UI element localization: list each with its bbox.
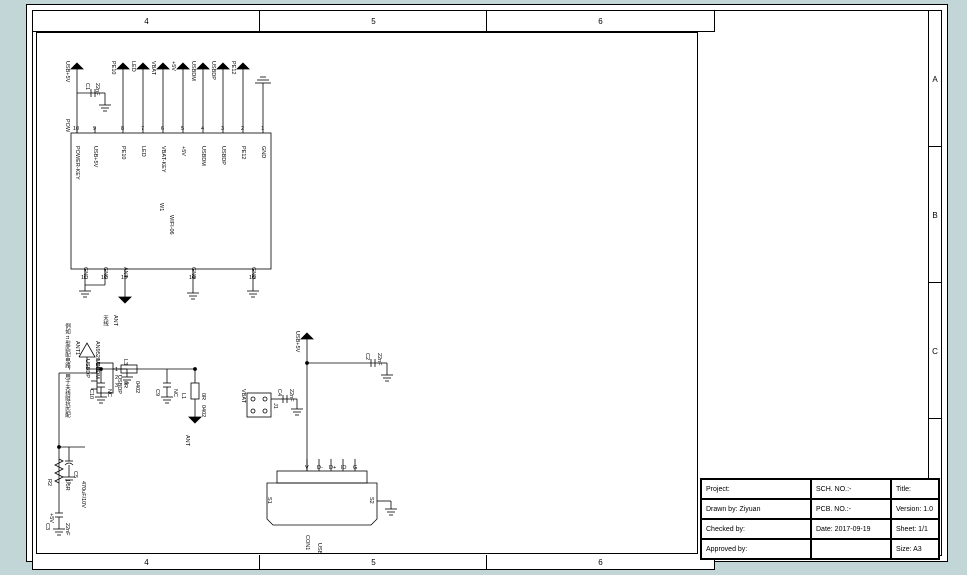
svg-text:S2: S2 bbox=[368, 497, 374, 504]
svg-text:6: 6 bbox=[161, 126, 164, 132]
svg-text:+5V: +5V bbox=[180, 146, 186, 156]
ruler-col: 5 bbox=[259, 555, 488, 570]
svg-text:GND: GND bbox=[260, 146, 266, 158]
svg-text:AN9520-245: AN9520-245 bbox=[94, 341, 100, 372]
svg-text:VBAT-KEY: VBAT-KEY bbox=[160, 146, 166, 173]
svg-text:USB+5V: USB+5V bbox=[294, 331, 300, 353]
svg-text:ANT: ANT bbox=[112, 315, 118, 327]
svg-text:12: 12 bbox=[101, 275, 107, 281]
svg-text:天线: 天线 bbox=[102, 315, 109, 327]
svg-text:C5: C5 bbox=[72, 471, 78, 478]
svg-text:0402: 0402 bbox=[134, 381, 140, 393]
svg-text:0R: 0R bbox=[200, 393, 206, 400]
j1-vbat: VBAT J1 C4 22nF bbox=[240, 389, 303, 417]
svg-text:PE10: PE10 bbox=[110, 61, 116, 74]
svg-text:5: 5 bbox=[181, 126, 184, 132]
svg-text:S1: S1 bbox=[266, 497, 272, 504]
svg-text:C10: C10 bbox=[88, 389, 94, 399]
schematic-svg: USB+5V C1 22nF PE10 LED bbox=[37, 33, 697, 553]
svg-text:D+: D+ bbox=[329, 465, 336, 471]
svg-text:13: 13 bbox=[121, 275, 127, 281]
svg-text:POW: POW bbox=[64, 119, 70, 133]
svg-text:22nF: 22nF bbox=[94, 83, 100, 96]
svg-text:VBAT: VBAT bbox=[150, 61, 156, 76]
ruler-row: C bbox=[928, 282, 942, 420]
svg-text:0R: 0R bbox=[122, 381, 128, 388]
top-net-row: USB+5V C1 22nF bbox=[64, 61, 111, 127]
svg-text:USB+5V: USB+5V bbox=[92, 146, 98, 168]
svg-text:POWER-KEY: POWER-KEY bbox=[74, 146, 80, 180]
svg-text:LED: LED bbox=[140, 146, 146, 157]
svg-text:C3: C3 bbox=[44, 523, 50, 530]
svg-text:C9: C9 bbox=[154, 389, 160, 396]
svg-text:470uF/10V: 470uF/10V bbox=[80, 481, 86, 508]
svg-text:WIFI-06: WIFI-06 bbox=[168, 215, 174, 235]
svg-text:W1: W1 bbox=[158, 203, 164, 211]
svg-text:7: 7 bbox=[141, 126, 144, 132]
svg-text:USBDP: USBDP bbox=[220, 146, 226, 165]
svg-text:PE10: PE10 bbox=[120, 146, 126, 159]
svg-text:0402: 0402 bbox=[200, 405, 206, 417]
svg-text:PE12: PE12 bbox=[230, 61, 236, 74]
svg-text:1: 1 bbox=[261, 126, 264, 132]
svg-text:C4: C4 bbox=[276, 389, 282, 396]
title-block: Project:SCH. NO.:-Title: Drawn by: Ziyua… bbox=[700, 478, 940, 560]
svg-text:1.5R: 1.5R bbox=[64, 479, 70, 491]
svg-text:+5V: +5V bbox=[48, 513, 54, 523]
svg-text:C1: C1 bbox=[84, 83, 90, 90]
ruler-row: B bbox=[928, 146, 942, 284]
svg-text:R2: R2 bbox=[46, 479, 52, 486]
svg-text:C2: C2 bbox=[364, 353, 370, 360]
ruler-col: 4 bbox=[32, 555, 261, 570]
schematic-area: USB+5V C1 22nF PE10 LED bbox=[36, 32, 698, 554]
usb-connector: USB+5V C2 22nF V D- D+ ID bbox=[266, 331, 397, 553]
svg-text:USBDM: USBDM bbox=[200, 146, 206, 166]
svg-text:11: 11 bbox=[81, 275, 87, 281]
svg-text:22nF: 22nF bbox=[376, 353, 382, 366]
svg-text:4: 4 bbox=[201, 126, 204, 132]
svg-text:22nF: 22nF bbox=[288, 389, 294, 402]
svg-text:+5V: +5V bbox=[170, 61, 176, 71]
svg-text:V: V bbox=[305, 465, 309, 471]
ruler-col: 6 bbox=[486, 555, 715, 570]
svg-text:D-: D- bbox=[317, 465, 323, 471]
svg-text:J1: J1 bbox=[272, 403, 278, 409]
svg-text:ID: ID bbox=[341, 465, 347, 471]
svg-text:USB+5V: USB+5V bbox=[64, 61, 70, 83]
svg-text:1: 1 bbox=[115, 367, 118, 373]
svg-text:14: 14 bbox=[189, 275, 195, 281]
power-block: +5V R2 1.5R C5 470uF/10V C3 bbox=[44, 359, 133, 536]
ruler-col: 4 bbox=[32, 10, 261, 32]
antenna-note: 例如 π 型匹配电路，用于天线阻抗匹配 bbox=[64, 322, 71, 419]
svg-text:PE12: PE12 bbox=[240, 146, 246, 159]
pi-match: ANT L1 0R 0402 C9 NC L3 0R bbox=[74, 341, 206, 447]
svg-text:G: G bbox=[353, 465, 357, 471]
ruler-col: 6 bbox=[486, 10, 715, 32]
svg-text:ANT: ANT bbox=[184, 435, 190, 447]
svg-text:NC: NC bbox=[172, 389, 178, 397]
svg-text:2: 2 bbox=[241, 126, 244, 132]
ruler-col: 5 bbox=[259, 10, 488, 32]
svg-text:VBAT: VBAT bbox=[240, 389, 246, 404]
svg-text:9: 9 bbox=[93, 126, 96, 132]
svg-text:ANT1: ANT1 bbox=[74, 341, 80, 355]
svg-text:NC: NC bbox=[106, 389, 112, 397]
svg-text:CON1: CON1 bbox=[304, 535, 310, 550]
svg-text:L3: L3 bbox=[122, 359, 128, 365]
svg-text:USBMINI/USB: USBMINI/USB bbox=[316, 543, 322, 553]
svg-text:LED: LED bbox=[130, 61, 136, 72]
svg-text:L1: L1 bbox=[180, 393, 186, 399]
svg-text:10: 10 bbox=[73, 126, 79, 132]
ic-top-pins: PE10 LED VBAT +5V USBDM bbox=[110, 61, 271, 127]
svg-text:3: 3 bbox=[221, 126, 224, 132]
svg-text:22nF: 22nF bbox=[64, 523, 70, 536]
svg-text:8: 8 bbox=[121, 126, 124, 132]
svg-text:USBDP: USBDP bbox=[210, 61, 216, 80]
svg-text:USBDM: USBDM bbox=[190, 61, 196, 81]
svg-text:15: 15 bbox=[249, 275, 255, 281]
ruler-row: A bbox=[928, 10, 942, 148]
